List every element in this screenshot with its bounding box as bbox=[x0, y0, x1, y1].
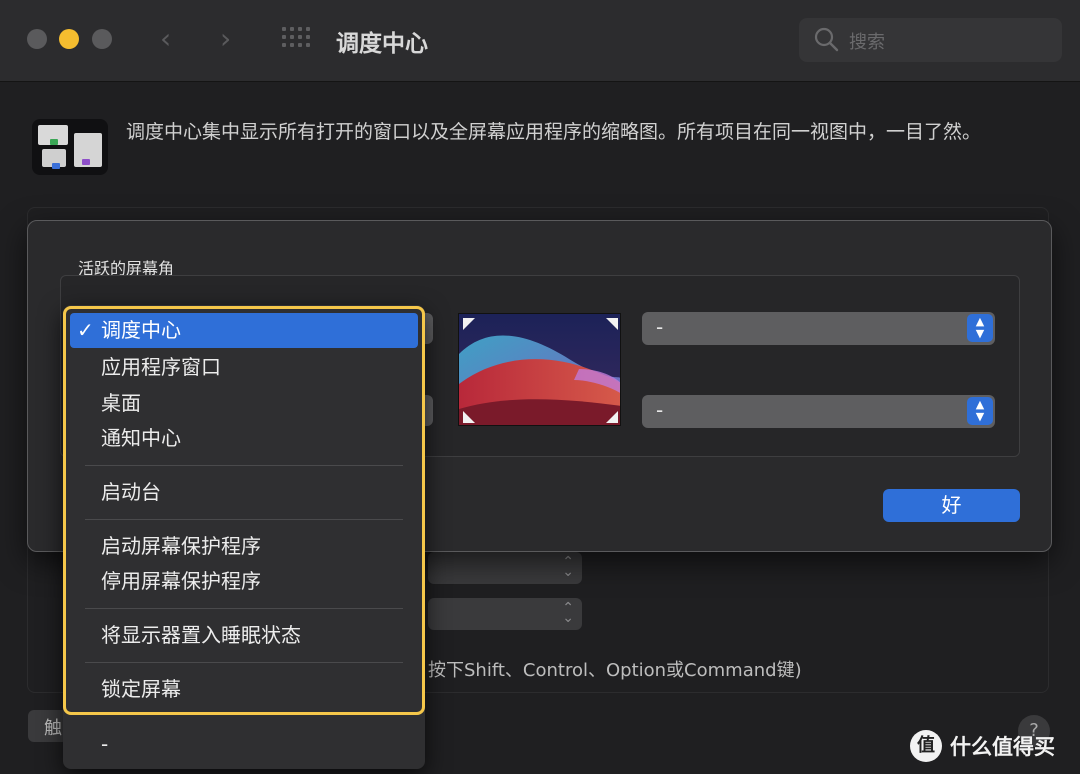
search-icon bbox=[814, 27, 839, 52]
desktop-preview bbox=[458, 313, 621, 426]
minimize-window-button[interactable] bbox=[59, 29, 79, 49]
menu-item-launchpad[interactable]: 启动台 bbox=[70, 475, 418, 510]
menu-item-label: 应用程序窗口 bbox=[101, 355, 221, 379]
back-arrow-icon[interactable]: ‹ bbox=[160, 22, 171, 55]
menu-item-none[interactable]: - bbox=[70, 727, 418, 762]
popup-value: - bbox=[656, 315, 664, 339]
menu-item-label: 调度中心 bbox=[101, 318, 181, 342]
hot-corner-action-menu: ✓ 调度中心 应用程序窗口 桌面 通知中心 启动台 启动屏幕保护程序 停用屏幕保… bbox=[63, 305, 425, 769]
menu-item-label: - bbox=[101, 732, 109, 756]
menu-item-put-display-to-sleep[interactable]: 将显示器置入睡眠状态 bbox=[70, 618, 418, 653]
watermark: 值 什么值得买 bbox=[910, 730, 1055, 762]
description-text: 调度中心集中显示所有打开的窗口以及全屏幕应用程序的缩略图。所有项目在同一视图中，… bbox=[126, 121, 982, 143]
top-right-corner-popup[interactable]: - ▲ ▼ bbox=[642, 312, 995, 345]
shortcut-popup[interactable]: ⌃ ⌄ bbox=[428, 552, 582, 584]
menu-item-notification-center[interactable]: 通知中心 bbox=[70, 421, 418, 456]
title-bar: ‹ › 调度中心 搜索 bbox=[0, 0, 1080, 82]
modifier-hint: 按下Shift、Control、Option或Command键) bbox=[428, 660, 802, 681]
up-down-chevron-icon: ▲ ▼ bbox=[967, 397, 993, 425]
menu-item-label: 启动屏幕保护程序 bbox=[101, 534, 261, 558]
menu-item-mission-control[interactable]: ✓ 调度中心 bbox=[70, 313, 418, 348]
bottom-right-corner-popup[interactable]: - ▲ ▼ bbox=[642, 395, 995, 428]
menu-item-start-screen-saver[interactable]: 启动屏幕保护程序 bbox=[70, 529, 418, 564]
menu-item-label: 启动台 bbox=[101, 480, 161, 504]
watermark-logo: 值 bbox=[910, 730, 942, 762]
forward-arrow-icon[interactable]: › bbox=[220, 22, 231, 55]
menu-item-label: 锁定屏幕 bbox=[101, 677, 181, 701]
menu-item-label: 停用屏幕保护程序 bbox=[101, 569, 261, 593]
close-window-button[interactable] bbox=[27, 29, 47, 49]
ok-button[interactable]: 好 bbox=[883, 489, 1020, 522]
checkmark-icon: ✓ bbox=[77, 318, 94, 342]
popup-value: - bbox=[656, 398, 664, 422]
zoom-window-button[interactable] bbox=[92, 29, 112, 49]
menu-item-label: 桌面 bbox=[101, 391, 141, 415]
menu-item-application-windows[interactable]: 应用程序窗口 bbox=[70, 350, 418, 385]
up-down-chevron-icon: ⌃ ⌄ bbox=[562, 600, 574, 626]
up-down-chevron-icon: ⌃ ⌄ bbox=[562, 554, 574, 580]
menu-item-label: 通知中心 bbox=[101, 426, 181, 450]
menu-separator bbox=[85, 519, 403, 520]
show-all-grid-icon[interactable] bbox=[282, 27, 312, 51]
shortcut-popup[interactable]: ⌃ ⌄ bbox=[428, 598, 582, 630]
menu-item-desktop[interactable]: 桌面 bbox=[70, 386, 418, 421]
menu-item-disable-screen-saver[interactable]: 停用屏幕保护程序 bbox=[70, 564, 418, 599]
window-title: 调度中心 bbox=[336, 31, 428, 57]
menu-separator bbox=[85, 662, 403, 663]
watermark-text: 什么值得买 bbox=[950, 735, 1055, 759]
search-field[interactable]: 搜索 bbox=[799, 18, 1062, 62]
search-placeholder: 搜索 bbox=[849, 32, 885, 53]
menu-separator bbox=[85, 608, 403, 609]
mission-control-app-icon bbox=[32, 119, 108, 175]
menu-item-label: 将显示器置入睡眠状态 bbox=[101, 623, 301, 647]
hot-corners-button[interactable]: 触 bbox=[28, 710, 68, 742]
menu-item-lock-screen[interactable]: 锁定屏幕 bbox=[70, 672, 418, 707]
up-down-chevron-icon: ▲ ▼ bbox=[967, 314, 993, 342]
menu-separator bbox=[85, 465, 403, 466]
